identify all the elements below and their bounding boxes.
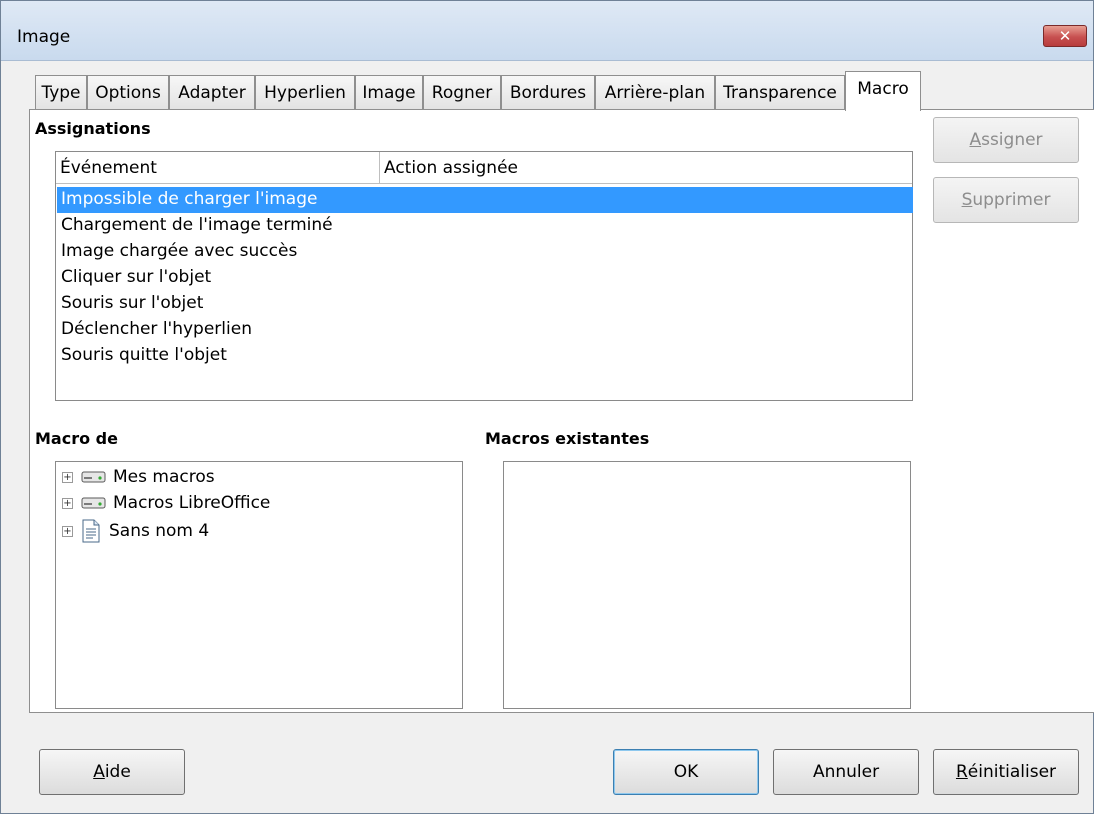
expand-icon[interactable]: + — [62, 471, 73, 483]
assign-button[interactable]: Assigner — [933, 117, 1079, 163]
macro-from-label: Macro de — [35, 429, 118, 448]
title-bar: Image ✕ — [1, 1, 1093, 61]
image-dialog: Image ✕ Type Options Adapter Hyperlien I… — [0, 0, 1094, 814]
event-list-header: Événement Action assignée — [56, 152, 912, 184]
tab-adapter[interactable]: Adapter — [169, 75, 255, 109]
delete-label: upprimer — [972, 190, 1051, 210]
assign-label: ssigner — [981, 130, 1043, 150]
event-list[interactable]: Événement Action assignée Impossible de … — [55, 151, 913, 401]
delete-button[interactable]: Supprimer — [933, 177, 1079, 223]
event-row[interactable]: Chargement de l'image terminé — [57, 213, 913, 239]
macro-library-tree[interactable]: + Mes macros + Macros LibreOffice + Sans… — [55, 461, 463, 709]
close-button[interactable]: ✕ — [1043, 25, 1087, 47]
tab-hyperlien[interactable]: Hyperlien — [255, 75, 355, 109]
close-icon: ✕ — [1058, 27, 1072, 45]
event-row[interactable]: Cliquer sur l'objet — [57, 265, 913, 291]
tree-item-label: Sans nom 4 — [109, 521, 210, 541]
ok-button[interactable]: OK — [613, 749, 759, 795]
event-row[interactable]: Impossible de charger l'image — [57, 187, 913, 213]
drive-icon — [81, 471, 106, 483]
tree-item-untitled-document[interactable]: + Sans nom 4 — [62, 518, 209, 544]
document-icon — [82, 519, 100, 543]
event-row[interactable]: Souris quitte l'objet — [57, 343, 913, 369]
delete-mnemonic: S — [961, 190, 973, 210]
help-mnemonic: A — [93, 762, 105, 782]
help-label: ide — [104, 762, 131, 782]
tree-item-label: Macros LibreOffice — [113, 493, 271, 513]
reset-label: éinitialiser — [967, 762, 1057, 782]
reset-mnemonic: R — [955, 762, 968, 782]
column-header-event[interactable]: Événement — [56, 152, 380, 184]
assign-mnemonic: A — [969, 130, 982, 150]
expand-icon[interactable]: + — [62, 525, 73, 537]
assignations-label: Assignations — [35, 119, 151, 138]
tab-options[interactable]: Options — [87, 75, 169, 109]
tab-rogner[interactable]: Rogner — [423, 75, 501, 109]
event-row[interactable]: Déclencher l'hyperlien — [57, 317, 913, 343]
expand-icon[interactable]: + — [62, 497, 73, 509]
tree-item-libreoffice-macros[interactable]: + Macros LibreOffice — [62, 490, 270, 516]
event-row[interactable]: Souris sur l'objet — [57, 291, 913, 317]
tree-item-label: Mes macros — [113, 467, 215, 487]
column-header-action[interactable]: Action assignée — [380, 152, 912, 184]
tab-image[interactable]: Image — [355, 75, 423, 109]
existing-macros-list[interactable] — [503, 461, 911, 709]
event-row[interactable]: Image chargée avec succès — [57, 239, 913, 265]
window-title: Image — [17, 27, 71, 47]
drive-icon — [81, 497, 106, 509]
cancel-button[interactable]: Annuler — [773, 749, 919, 795]
tree-item-my-macros[interactable]: + Mes macros — [62, 464, 215, 490]
tab-bordures[interactable]: Bordures — [501, 75, 595, 109]
help-button[interactable]: Aide — [39, 749, 185, 795]
reset-button[interactable]: Réinitialiser — [933, 749, 1079, 795]
tab-arriere-plan[interactable]: Arrière-plan — [595, 75, 715, 109]
tab-macro[interactable]: Macro — [845, 71, 921, 111]
tab-transparence[interactable]: Transparence — [715, 75, 845, 109]
tab-type[interactable]: Type — [35, 75, 87, 109]
existing-macros-label: Macros existantes — [485, 429, 650, 448]
